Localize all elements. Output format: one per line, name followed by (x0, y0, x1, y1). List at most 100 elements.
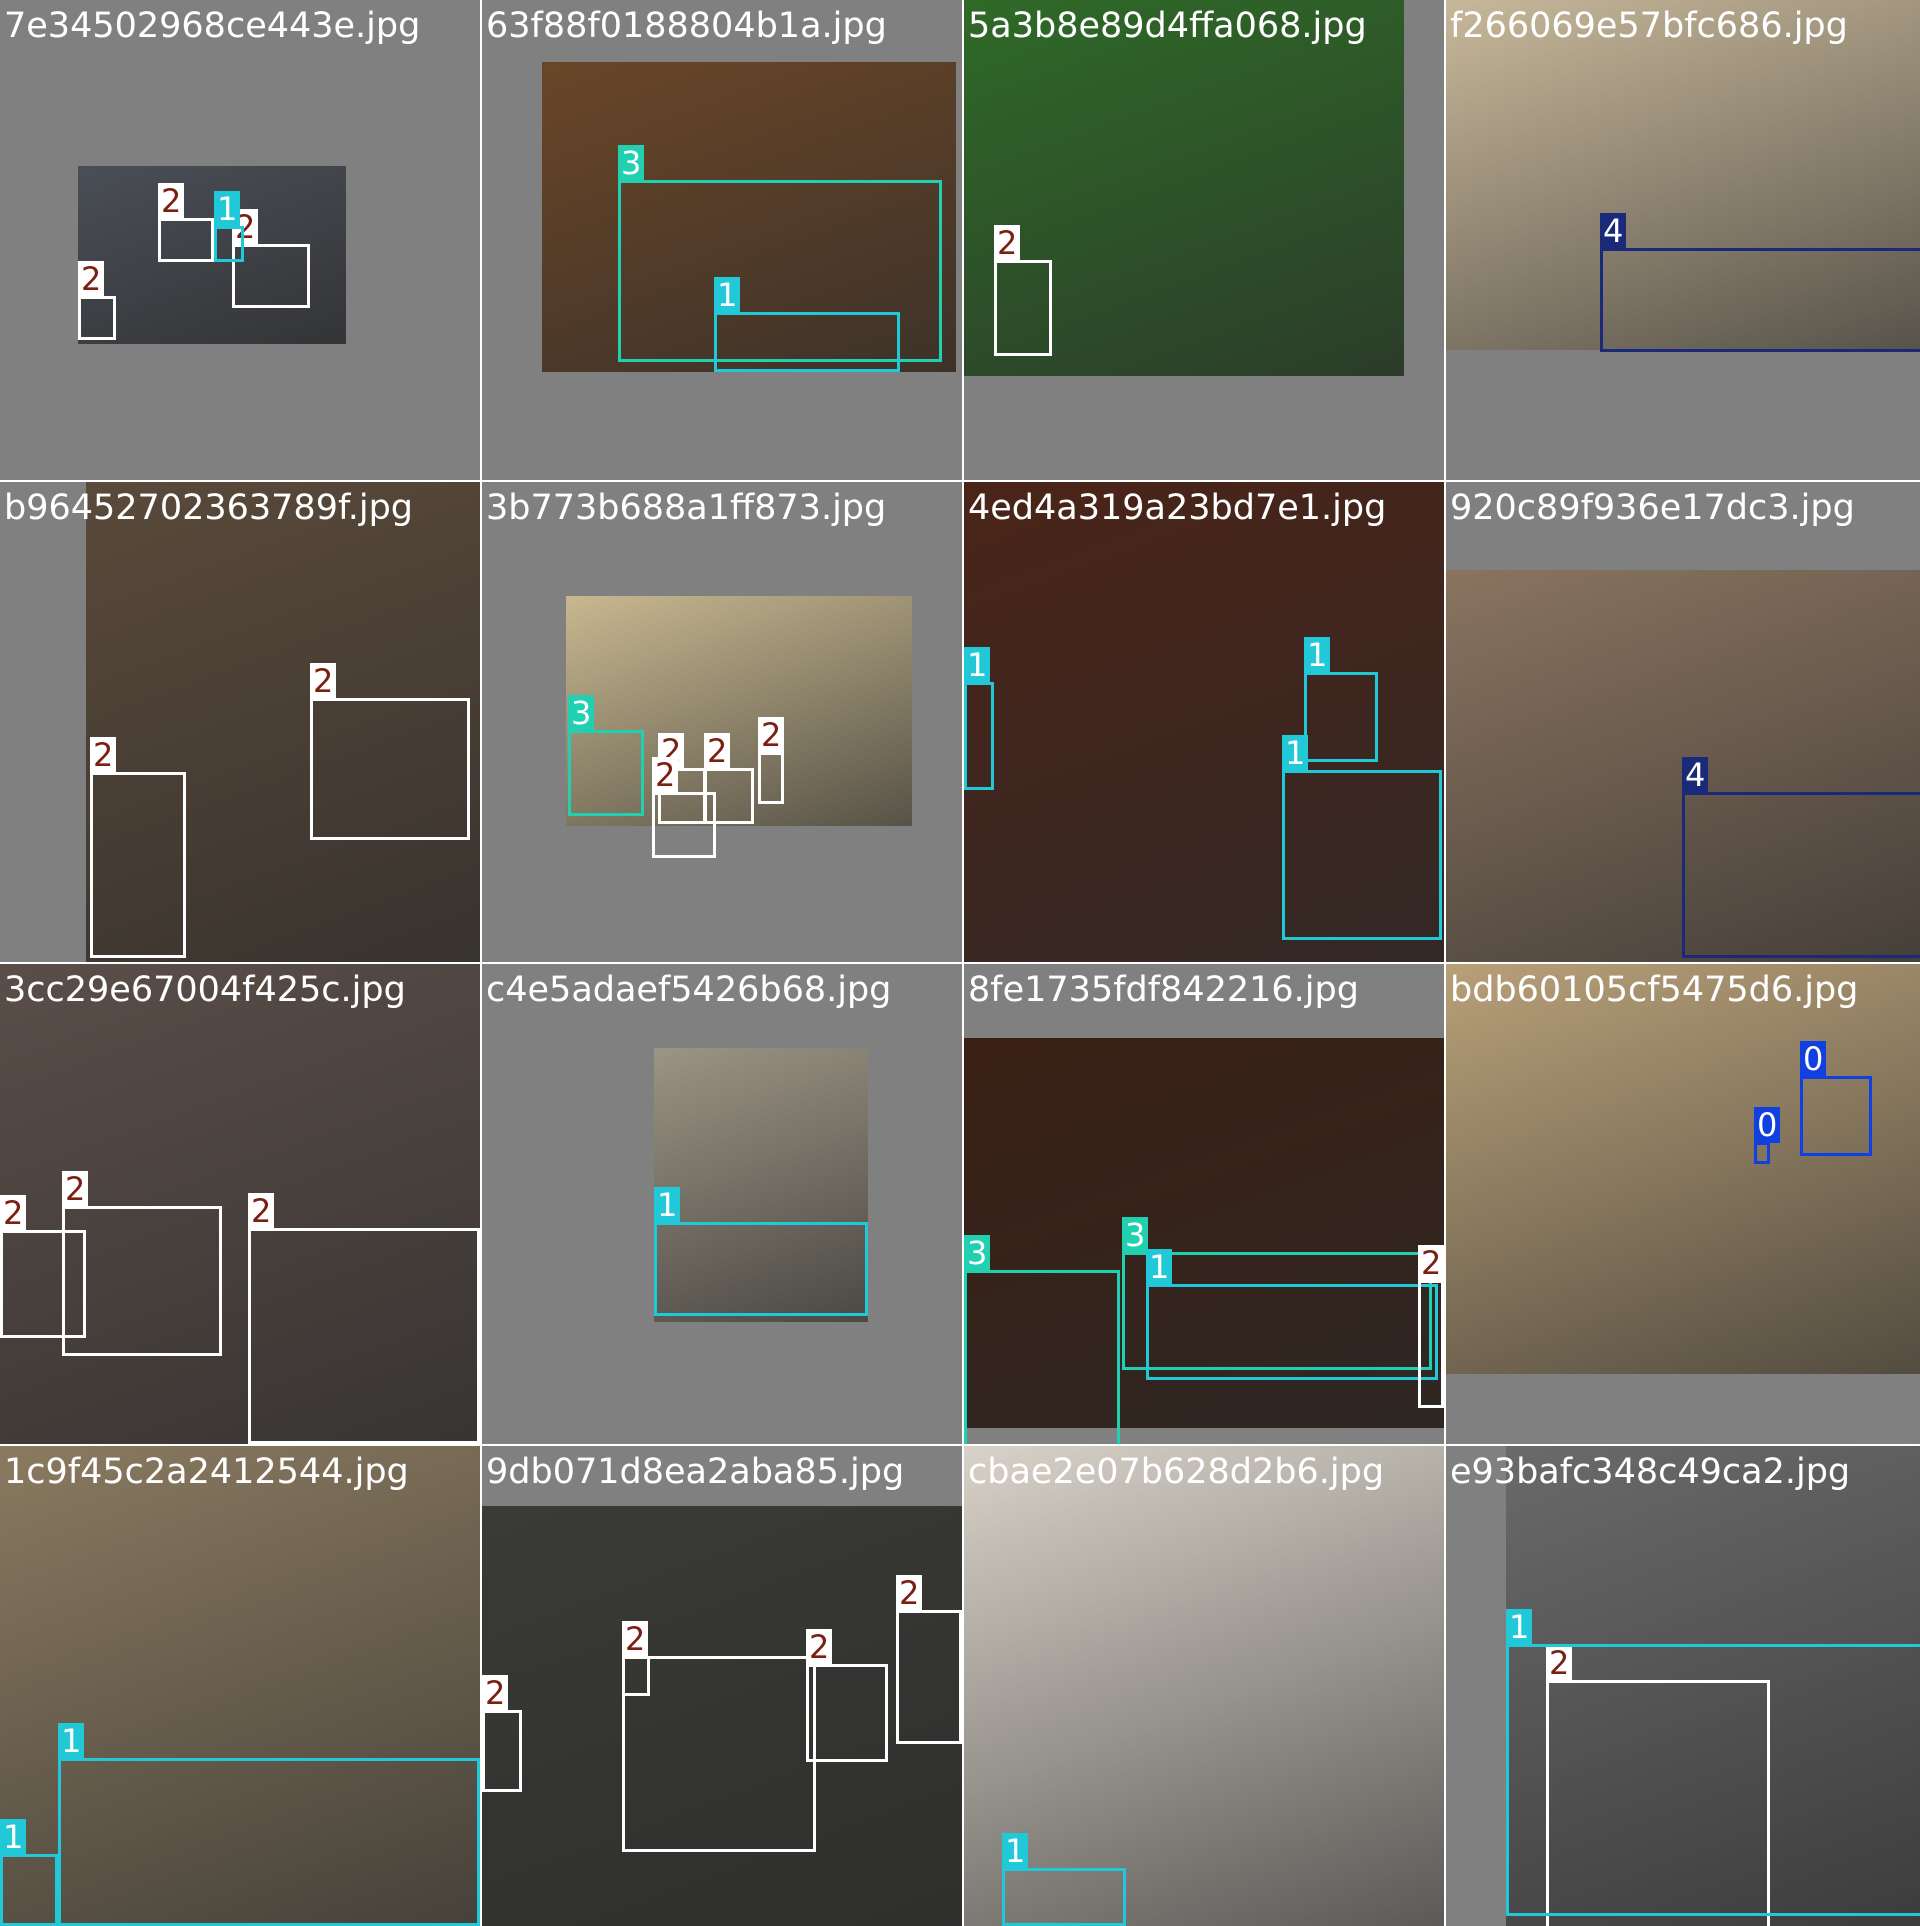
class-label: 2 (896, 1575, 923, 1611)
class-label: 2 (0, 1195, 27, 1231)
bounding-box: 3 (964, 1235, 1120, 1444)
image-tile: 3b773b688a1ff873.jpg 3 2 2 2 2 (482, 482, 962, 962)
bounding-box: 0 (1800, 1041, 1872, 1156)
class-label: 3 (618, 145, 645, 181)
file-name-label: 8fe1735fdf842216.jpg (968, 970, 1359, 1010)
class-label: 2 (622, 1621, 649, 1657)
mosaic-grid: 7e34502968ce443e.jpg 2 2 2 1 63f88f0188804b1a… (0, 0, 1920, 1926)
class-label: 2 (758, 717, 785, 753)
file-name-label: 920c89f936e17dc3.jpg (1450, 488, 1855, 528)
image-tile: 7e34502968ce443e.jpg 2 2 2 1 (0, 0, 480, 480)
file-name-label: bdb60105cf5475d6.jpg (1450, 970, 1859, 1010)
class-label: 1 (58, 1723, 85, 1759)
bounding-box: 2 (310, 663, 470, 840)
file-name-label: f266069e57bfc686.jpg (1450, 6, 1848, 46)
class-label: 1 (0, 1819, 27, 1855)
image-tile: cbae2e07b628d2b6.jpg 1 (964, 1446, 1444, 1926)
class-label: 1 (654, 1187, 681, 1223)
bounding-box: 1 (1304, 637, 1378, 762)
file-name-label: cbae2e07b628d2b6.jpg (968, 1452, 1385, 1492)
bounding-box: 2 (90, 737, 186, 958)
class-label: 2 (62, 1171, 89, 1207)
image-tile: bdb60105cf5475d6.jpg 0 0 (1446, 964, 1920, 1444)
bounding-box: 0 (1754, 1107, 1781, 1164)
image-tile: 63f88f0188804b1a.jpg 3 1 (482, 0, 962, 480)
bounding-box: 1 (1282, 735, 1442, 940)
bounding-box: 1 (1146, 1249, 1438, 1380)
class-label: 2 (158, 183, 185, 219)
image-tile: 920c89f936e17dc3.jpg 4 (1446, 482, 1920, 962)
image-tile: 3cc29e67004f425c.jpg 2 2 2 (0, 964, 480, 1444)
bounding-box: 2 (622, 1621, 816, 1852)
bounding-box: 1 (214, 191, 244, 262)
bounding-box: 2 (758, 717, 785, 804)
class-label: 0 (1754, 1107, 1781, 1143)
bounding-box: 2 (62, 1171, 222, 1356)
file-name-label: 5a3b8e89d4ffa068.jpg (968, 6, 1367, 46)
file-name-label: 9db071d8ea2aba85.jpg (486, 1452, 905, 1492)
class-label: 1 (1506, 1609, 1533, 1645)
class-label: 3 (568, 695, 595, 731)
bounding-box: 2 (652, 757, 716, 858)
bounding-box: 4 (1600, 213, 1920, 352)
bounding-box: 1 (1506, 1609, 1920, 1916)
file-name-label: 7e34502968ce443e.jpg (4, 6, 421, 46)
class-label: 0 (1800, 1041, 1827, 1077)
class-label: 3 (1122, 1217, 1149, 1253)
image-tile: 5a3b8e89d4ffa068.jpg 2 (964, 0, 1444, 480)
class-label: 2 (1418, 1245, 1444, 1281)
class-label: 1 (1282, 735, 1309, 771)
class-label: 1 (714, 277, 741, 313)
photo (964, 1446, 1444, 1926)
class-label: 4 (1682, 757, 1709, 793)
image-tile: f266069e57bfc686.jpg 4 (1446, 0, 1920, 480)
file-name-label: 63f88f0188804b1a.jpg (486, 6, 887, 46)
bounding-box: 1 (1002, 1833, 1126, 1926)
class-label: 4 (1600, 213, 1627, 249)
class-label: 2 (248, 1193, 275, 1229)
bounding-box: 1 (0, 1819, 58, 1926)
class-label: 2 (482, 1675, 509, 1711)
bounding-box: 2 (622, 1621, 650, 1696)
class-label: 2 (652, 757, 679, 793)
photo (1446, 964, 1920, 1374)
bounding-box: 2 (158, 183, 214, 262)
image-tile: c4e5adaef5426b68.jpg 1 (482, 964, 962, 1444)
bounding-box: 4 (1682, 757, 1920, 958)
class-label: 2 (994, 225, 1021, 261)
file-name-label: 1c9f45c2a2412544.jpg (4, 1452, 409, 1492)
image-tile: 1c9f45c2a2412544.jpg 1 1 (0, 1446, 480, 1926)
bounding-box: 2 (482, 1675, 522, 1792)
bounding-box: 2 (248, 1193, 480, 1444)
bounding-box: 1 (964, 647, 994, 790)
class-label: 1 (1304, 637, 1331, 673)
class-label: 2 (704, 733, 731, 769)
class-label: 1 (214, 191, 241, 227)
file-name-label: c4e5adaef5426b68.jpg (486, 970, 892, 1010)
bounding-box: 2 (1418, 1245, 1444, 1408)
bounding-box: 1 (654, 1187, 868, 1316)
image-tile: e93bafc348c49ca2.jpg 2 1 (1446, 1446, 1920, 1926)
file-name-label: b96452702363789f.jpg (4, 488, 414, 528)
bounding-box: 3 (568, 695, 644, 816)
file-name-label: 3cc29e67004f425c.jpg (4, 970, 406, 1010)
class-label: 1 (1002, 1833, 1029, 1869)
file-name-label: 4ed4a319a23bd7e1.jpg (968, 488, 1387, 528)
bounding-box: 1 (714, 277, 900, 372)
bounding-box: 1 (58, 1723, 480, 1926)
bounding-box: 2 (994, 225, 1052, 356)
class-label: 2 (806, 1629, 833, 1665)
class-label: 1 (964, 647, 991, 683)
class-label: 2 (78, 261, 105, 297)
class-label: 3 (964, 1235, 991, 1271)
bounding-box: 2 (896, 1575, 962, 1744)
image-tile: 9db071d8ea2aba85.jpg22222 (482, 1446, 962, 1926)
bounding-box: 2 (806, 1629, 888, 1762)
image-tile: b96452702363789f.jpg 2 2 (0, 482, 480, 962)
class-label: 2 (90, 737, 117, 773)
file-name-label: e93bafc348c49ca2.jpg (1450, 1452, 1851, 1492)
image-tile: 4ed4a319a23bd7e1.jpg 1 1 1 (964, 482, 1444, 962)
bounding-box: 2 (78, 261, 116, 340)
class-label: 1 (1146, 1249, 1173, 1285)
image-tile: 8fe1735fdf842216.jpg 3 3 1 2 (964, 964, 1444, 1444)
